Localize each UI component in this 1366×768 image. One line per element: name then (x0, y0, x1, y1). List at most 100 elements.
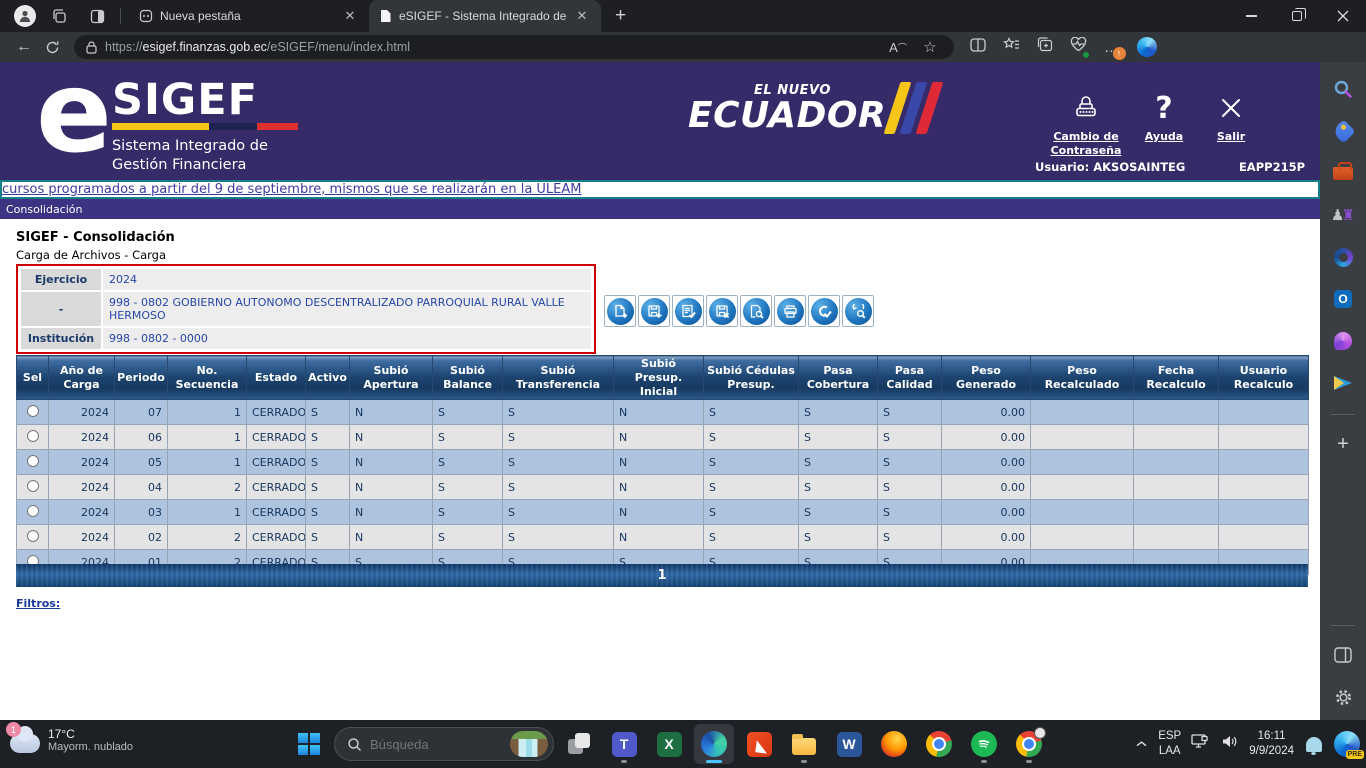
network-icon[interactable] (1191, 733, 1211, 755)
search-highlight-image[interactable] (510, 731, 548, 757)
row-select-radio[interactable] (27, 455, 39, 467)
user-label: Usuario: AKSOSAINTEG (1035, 160, 1185, 174)
announcement-marquee[interactable]: cursos programados a partir del 9 de sep… (0, 180, 1320, 199)
read-aloud-icon[interactable]: A⌒ (886, 40, 910, 55)
search-input[interactable] (370, 737, 488, 752)
pagination-bar[interactable]: 1 (16, 564, 1308, 587)
maximize-button[interactable] (1274, 0, 1320, 32)
chrome-profile-icon[interactable] (1009, 724, 1049, 764)
file-explorer-icon[interactable] (784, 724, 824, 764)
sidebar-drop-icon[interactable] (1328, 368, 1358, 398)
flag-stripes (892, 82, 935, 134)
save-record-icon[interactable] (638, 295, 670, 327)
filters-link[interactable]: Filtros: (16, 597, 60, 610)
close-button[interactable] (1320, 0, 1366, 32)
sidebar-designer-icon[interactable] (1328, 326, 1358, 356)
row-select-radio[interactable] (27, 505, 39, 517)
clock-widget[interactable]: 16:119/9/2024 (1249, 729, 1294, 759)
task-view-icon[interactable] (559, 724, 599, 764)
session-info: Usuario: AKSOSAINTEG EAPP215P (1035, 160, 1305, 174)
favorite-star-icon[interactable]: ☆ (918, 38, 942, 56)
excel-icon[interactable]: X (649, 724, 689, 764)
sidebar-games-icon[interactable]: ♟♜ (1328, 200, 1358, 230)
validate-record-icon[interactable] (672, 295, 704, 327)
workspaces-icon[interactable] (44, 3, 74, 29)
column-header: Subió Transferencia (503, 356, 614, 400)
menu-consolidacion[interactable]: Consolidación (6, 203, 82, 216)
more-menu-icon[interactable]: … ↑ (1104, 39, 1120, 56)
help-icon: ? (1138, 90, 1190, 126)
table-cell: N (614, 500, 704, 525)
copilot-preview-icon[interactable]: PRE (1334, 731, 1360, 757)
taskbar-search[interactable] (334, 727, 554, 761)
sidebar-panel-icon[interactable] (1328, 640, 1358, 670)
profile-avatar[interactable] (14, 5, 36, 27)
tab-esigef[interactable]: eSIGEF - Sistema Integrado de G ✕ (369, 0, 601, 32)
marquee-text[interactable]: cursos programados a partir del 9 de sep… (2, 182, 582, 197)
terminal-label: EAPP215P (1239, 160, 1305, 174)
sidebar-add-icon[interactable]: + (1328, 429, 1358, 459)
copilot-icon[interactable] (1137, 37, 1157, 57)
nitro-pdf-icon[interactable] (739, 724, 779, 764)
sidebar-m365-icon[interactable] (1328, 242, 1358, 272)
preview-record-icon[interactable] (740, 295, 772, 327)
chrome-icon[interactable] (919, 724, 959, 764)
change-password-button[interactable]: Cambio de Contraseña (1040, 90, 1132, 159)
start-button[interactable] (289, 724, 329, 764)
table-cell (1219, 400, 1309, 425)
address-bar[interactable]: https://esigef.finanzas.gob.ec/eSIGEF/me… (74, 35, 954, 59)
delete-record-icon[interactable] (706, 295, 738, 327)
tab-nueva-pestana[interactable]: Nueva pestaña ✕ (129, 0, 369, 32)
page-number[interactable]: 1 (657, 568, 666, 583)
table-cell: S (878, 525, 942, 550)
collections-icon[interactable] (1037, 37, 1053, 57)
tab-close-icon[interactable]: ✕ (573, 7, 591, 25)
tab-close-icon[interactable]: ✕ (341, 7, 359, 25)
sidebar-search-icon[interactable] (1328, 74, 1358, 104)
row-select-radio[interactable] (27, 405, 39, 417)
firefox-icon[interactable] (874, 724, 914, 764)
minimize-button[interactable] (1228, 0, 1274, 32)
sidebar-divider (1331, 625, 1355, 626)
row-select-radio[interactable] (27, 530, 39, 542)
word-icon[interactable]: W (829, 724, 869, 764)
tray-chevron-icon[interactable] (1135, 738, 1148, 750)
table-cell: 04 (115, 475, 168, 500)
sidebar-tools-icon[interactable] (1328, 158, 1358, 188)
table-cell: S (704, 450, 799, 475)
esigef-app: e SIGEF Sistema Integrado deGestión Fina… (0, 62, 1320, 720)
recalculate-icon[interactable] (842, 295, 874, 327)
new-tab-button[interactable]: + (601, 5, 640, 27)
back-icon[interactable]: ← (10, 35, 38, 59)
tab-actions-icon[interactable] (82, 3, 112, 29)
split-screen-icon[interactable] (970, 38, 986, 57)
quality-check-icon[interactable] (808, 295, 840, 327)
new-record-icon[interactable] (604, 295, 636, 327)
help-button[interactable]: ? Ayuda (1138, 90, 1190, 144)
exit-button[interactable]: Salir (1205, 90, 1257, 144)
system-tray: ESPLAA 16:119/9/2024 PRE (1135, 720, 1360, 768)
teams-icon[interactable]: T (604, 724, 644, 764)
browser-essentials-icon[interactable] (1070, 37, 1087, 57)
weather-widget[interactable]: 1 17°C Mayorm. nublado (10, 726, 133, 753)
table-cell: 2024 (49, 450, 115, 475)
table-cell: S (503, 400, 614, 425)
volume-icon[interactable] (1221, 734, 1239, 754)
form-row-ejercicio: Ejercicio 2024 (21, 269, 591, 290)
notifications-bell-icon[interactable] (1306, 737, 1322, 752)
sidebar-settings-icon[interactable] (1328, 682, 1358, 712)
row-select-radio[interactable] (27, 430, 39, 442)
print-icon[interactable] (774, 295, 806, 327)
spotify-icon[interactable] (964, 724, 1004, 764)
table-cell (1134, 500, 1219, 525)
row-select-radio[interactable] (27, 480, 39, 492)
form-label: - (21, 292, 101, 326)
language-indicator[interactable]: ESPLAA (1158, 729, 1181, 759)
form-value: 998 - 0802 GOBIERNO AUTONOMO DESCENTRALI… (103, 292, 591, 326)
form-value: 2024 (103, 269, 591, 290)
column-header: Peso Recalculado (1031, 356, 1134, 400)
sidebar-outlook-icon[interactable]: O (1328, 284, 1358, 314)
sidebar-shopping-icon[interactable] (1328, 116, 1358, 146)
edge-icon[interactable] (694, 724, 734, 764)
favorites-list-icon[interactable] (1003, 37, 1020, 57)
